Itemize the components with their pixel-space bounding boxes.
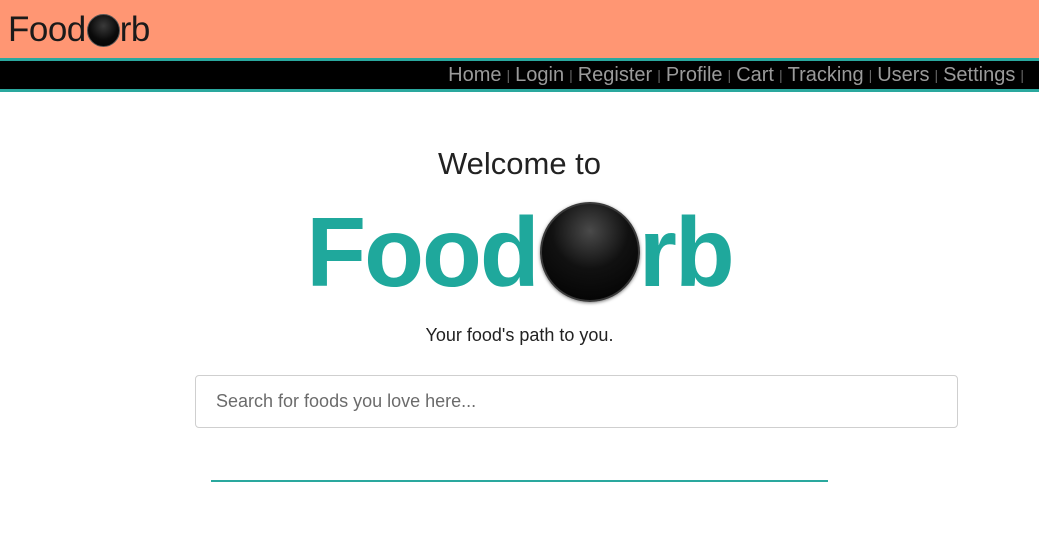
hero-logo: Food rb <box>0 197 1039 307</box>
nav-separator: | <box>1020 67 1024 83</box>
orb-icon <box>539 202 640 302</box>
nav-login[interactable]: Login <box>515 64 564 87</box>
orb-icon <box>86 13 120 47</box>
nav-register[interactable]: Register <box>578 64 652 87</box>
nav-separator: | <box>727 67 732 83</box>
nav-separator: | <box>657 67 661 83</box>
divider <box>211 480 828 482</box>
nav-home[interactable]: Home <box>448 64 501 87</box>
nav-separator: | <box>934 67 939 83</box>
nav-links: Home | Login | Register | Profile | Cart… <box>448 61 1029 89</box>
nav-separator: | <box>778 67 783 83</box>
nav-settings[interactable]: Settings <box>943 64 1015 87</box>
hero-brand-suffix: rb <box>638 196 735 307</box>
nav-separator: | <box>569 67 573 83</box>
nav-separator: | <box>868 67 873 83</box>
nav-tracking[interactable]: Tracking <box>788 64 864 87</box>
brand-prefix: Food <box>8 10 86 49</box>
nav-cart[interactable]: Cart <box>736 64 774 87</box>
brand-logo[interactable]: Food rb <box>8 10 150 50</box>
search-input[interactable] <box>195 375 958 428</box>
welcome-heading: Welcome to <box>437 146 602 181</box>
nav-users[interactable]: Users <box>877 64 929 87</box>
navbar: Home | Login | Register | Profile | Cart… <box>0 58 1039 92</box>
brand-suffix: rb <box>119 10 151 49</box>
nav-separator: | <box>506 67 511 83</box>
tagline: Your food's path to you. <box>425 325 614 345</box>
hero-brand-prefix: Food <box>306 196 539 307</box>
nav-profile[interactable]: Profile <box>666 64 723 87</box>
header-bar: Food rb <box>0 0 1039 58</box>
